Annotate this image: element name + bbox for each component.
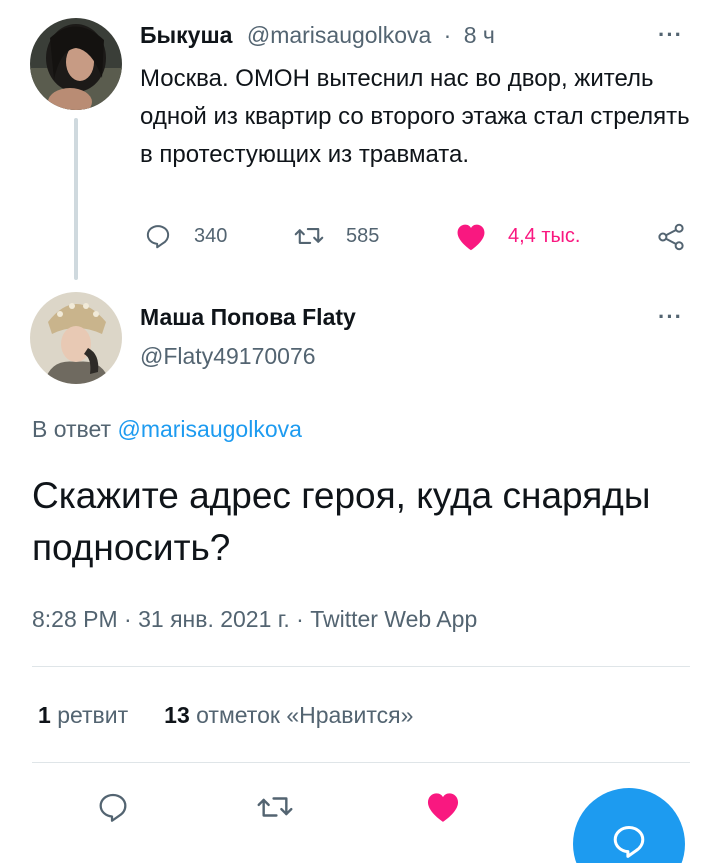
avatar-flaty[interactable] — [30, 292, 122, 384]
tweet2-handle[interactable]: @Flaty49170076 — [140, 343, 316, 370]
reply-to-handle-link[interactable]: @marisaugolkova — [117, 416, 301, 442]
tweet2-more-icon[interactable]: ··· — [658, 304, 683, 330]
divider-bottom — [32, 762, 690, 763]
tweet2-text: Скажите адрес героя, куда снаряды поднос… — [32, 475, 651, 568]
heart-icon — [427, 793, 459, 822]
avatar-bykusha-image — [30, 18, 122, 110]
tweet1-share-button[interactable] — [656, 222, 686, 252]
retweet-label: ретвит — [57, 702, 129, 728]
reply-icon — [146, 225, 170, 249]
tweet1-like-count: 4,4 тыс. — [508, 224, 581, 247]
tweet1-retweet-count: 585 — [346, 224, 380, 247]
heart-icon — [457, 224, 485, 251]
tweet2-stats: 1 ретвит 13 отметок «Нравится» — [38, 702, 413, 729]
tweet1-reply-count: 340 — [194, 224, 228, 247]
like-count: 13 — [164, 702, 190, 728]
tweet1-time[interactable]: 8 ч — [464, 22, 495, 48]
tweet1-handle[interactable]: @marisaugolkova — [247, 22, 431, 48]
reply-icon — [99, 793, 127, 822]
tweet2-display-name[interactable]: Маша Попова Flaty — [140, 304, 356, 331]
avatar-flaty-image — [30, 292, 122, 384]
tweet1-header: Быкуша @marisaugolkova · 8 ч — [140, 22, 495, 49]
tweet2-retweet-button[interactable] — [256, 790, 294, 829]
tweet1-like-button[interactable]: 4,4 тыс. — [454, 220, 580, 252]
tweet1-retweet-button[interactable]: 585 — [294, 222, 379, 250]
likes-stat[interactable]: 13 отметок «Нравится» — [164, 702, 413, 728]
divider-top — [32, 666, 690, 667]
retweet-icon — [294, 228, 324, 244]
reply-to-line: В ответ @marisaugolkova — [32, 416, 302, 443]
tweet1-text: Москва. ОМОН вытеснил нас во двор, жител… — [140, 65, 690, 168]
tweet2-reply-button[interactable] — [96, 790, 130, 829]
avatar-bykusha[interactable] — [30, 18, 122, 110]
retweet-count: 1 — [38, 702, 51, 728]
tweet2-like-button[interactable] — [424, 788, 462, 829]
tweet2-meta[interactable]: 8:28 PM · 31 янв. 2021 г. · Twitter Web … — [32, 606, 477, 633]
compose-icon — [613, 826, 645, 858]
compose-fab-button[interactable] — [573, 788, 685, 863]
tweet1-separator: · — [443, 22, 452, 48]
thread-line — [74, 118, 78, 280]
reply-to-prefix: В ответ — [32, 416, 112, 442]
like-label: отметок «Нравится» — [196, 702, 414, 728]
tweet1-display-name[interactable]: Быкуша — [140, 22, 232, 48]
tweet1-more-icon[interactable]: ··· — [658, 22, 683, 48]
share-icon — [658, 223, 684, 251]
tweet1-reply-button[interactable]: 340 — [144, 222, 227, 250]
retweet-icon — [257, 797, 293, 817]
retweets-stat[interactable]: 1 ретвит — [38, 702, 128, 728]
